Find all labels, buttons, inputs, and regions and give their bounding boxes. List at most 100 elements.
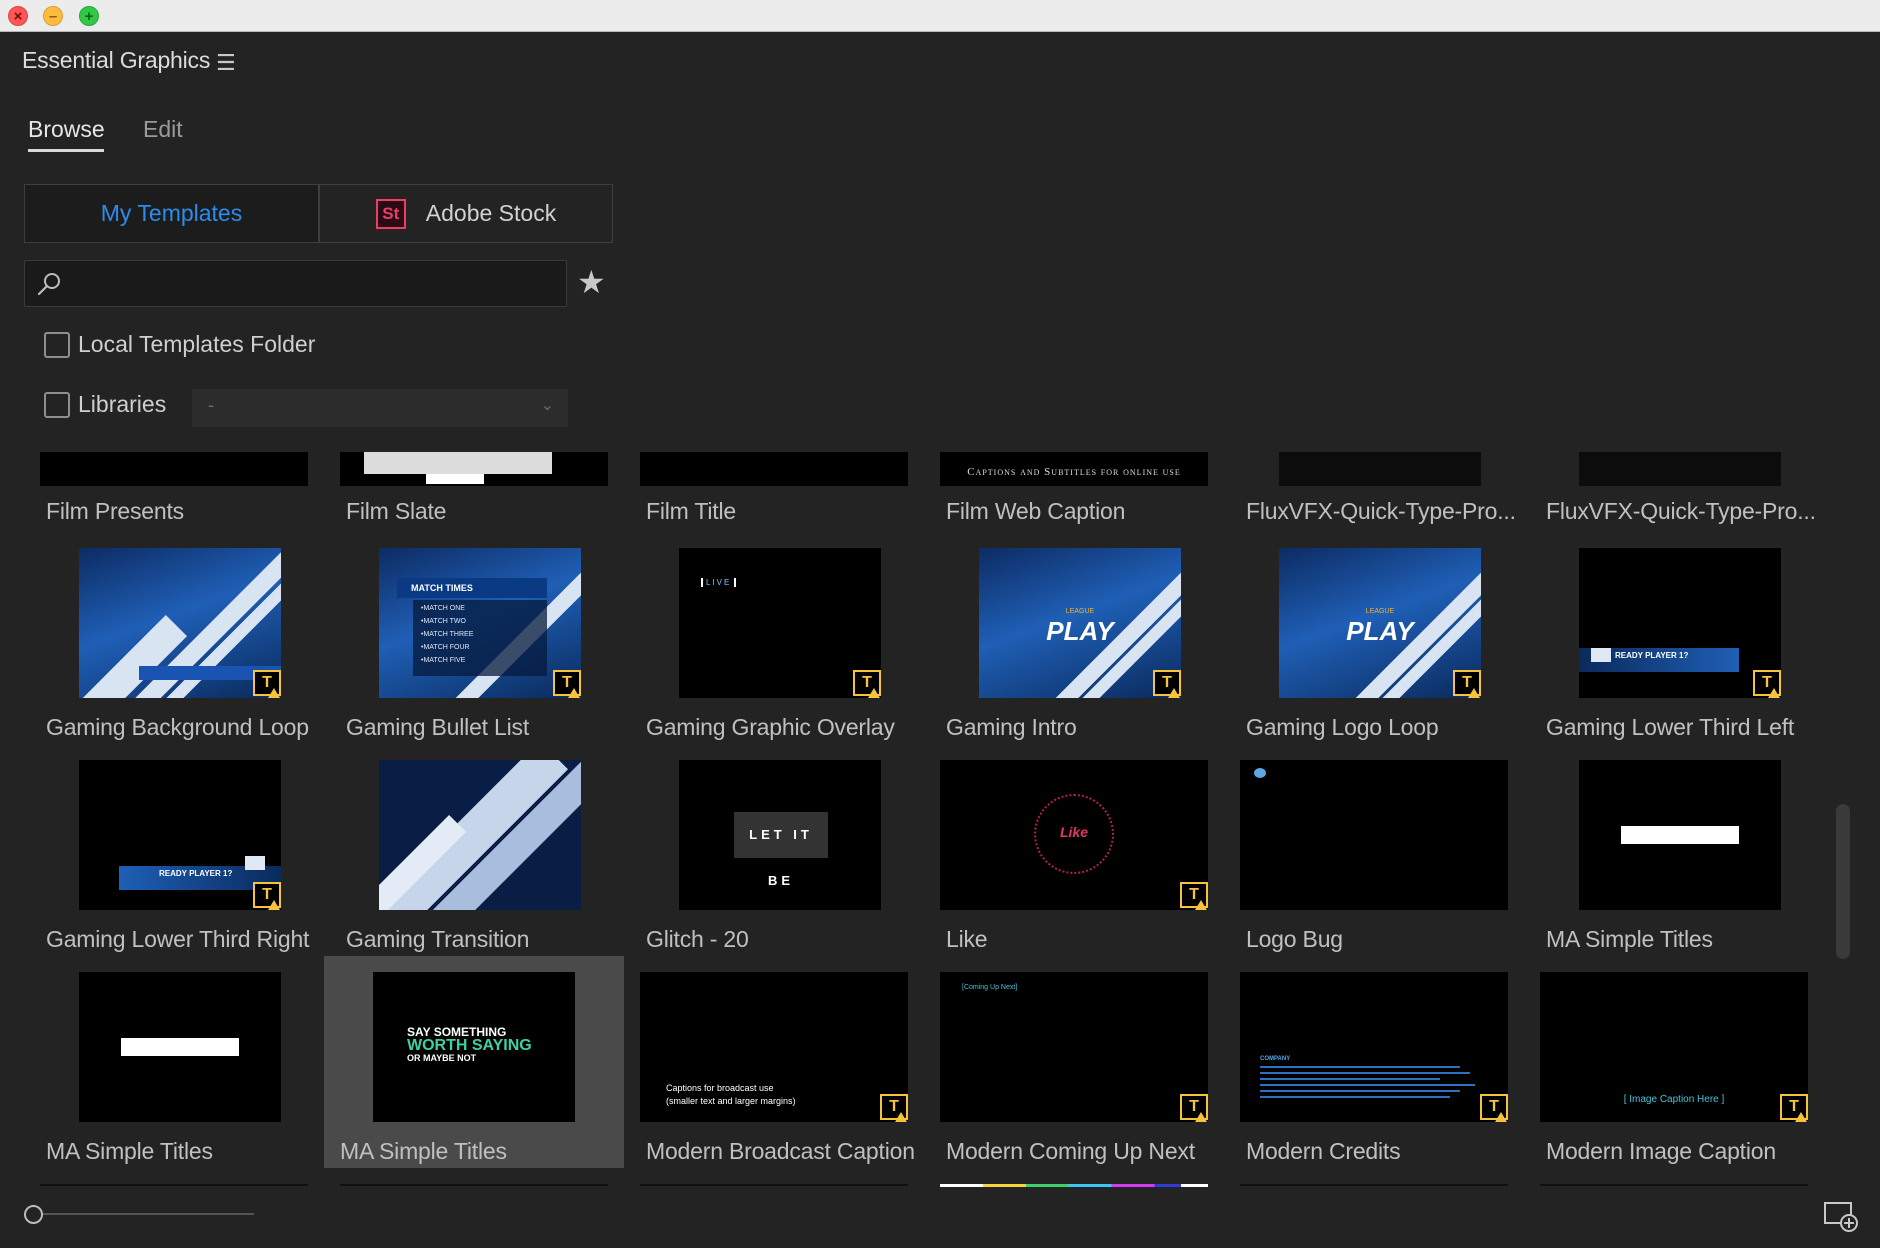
template-thumbnail: LET IT BE	[679, 760, 881, 910]
next-row-thumbnail	[40, 1184, 308, 1186]
template-thumbnail: [ Image Caption Here ] T	[1540, 972, 1808, 1122]
chevron-down-icon: ⌄	[540, 397, 554, 414]
template-tile[interactable]: MA Simple Titles	[6, 972, 306, 1184]
bullet-item: •MATCH FOUR	[421, 644, 470, 651]
template-thumbnail	[1279, 452, 1481, 486]
local-templates-checkbox[interactable]	[44, 331, 70, 358]
new-item-icon[interactable]	[1823, 1201, 1859, 1233]
template-thumbnail: LEAGUE PLAY T	[979, 548, 1181, 698]
template-thumbnail: LEAGUE PLAY T	[1279, 548, 1481, 698]
star-icon[interactable]: ★	[577, 266, 606, 298]
local-templates-filter[interactable]: Local Templates Folder	[44, 331, 315, 358]
template-thumbnail: LIVE T	[679, 548, 881, 698]
template-thumbnail	[340, 452, 608, 486]
template-tile[interactable]: READY PLAYER 1? T Gaming Lower Third Rig…	[6, 760, 309, 972]
thumb-text: Captions and Subtitles for online use	[967, 466, 1181, 478]
logo-bug-icon	[1254, 768, 1266, 778]
thumb-line: Captions for broadcast use	[666, 1083, 774, 1093]
panel-menu-icon[interactable]: ☰	[216, 50, 236, 76]
template-thumbnail	[40, 452, 308, 486]
template-tile[interactable]: T Gaming Background Loop	[6, 548, 309, 760]
minimize-window-button[interactable]: –	[43, 6, 63, 26]
adobe-stock-icon: St	[375, 198, 406, 229]
template-tile[interactable]: [ Image Caption Here ] T Modern Image Ca…	[1506, 972, 1808, 1184]
search-icon	[37, 273, 60, 296]
template-tile[interactable]: COMPANY T Modern Credits	[1206, 972, 1508, 1184]
thumb-text: COMPANY	[1260, 1056, 1291, 1062]
libraries-filter[interactable]: Libraries	[44, 391, 166, 418]
template-label: FluxVFX-Quick-Type-Pro...	[1246, 498, 1516, 524]
template-tile[interactable]: LET IT BE Glitch - 20	[606, 760, 906, 972]
template-tile[interactable]: Logo Bug	[1206, 760, 1508, 972]
next-row-thumbnail	[940, 1184, 1208, 1187]
template-thumbnail: Captions and Subtitles for online use	[940, 452, 1208, 486]
template-label: MA Simple Titles	[340, 1138, 507, 1164]
template-label: Film Web Caption	[946, 498, 1126, 524]
libraries-label: Libraries	[78, 391, 167, 417]
local-templates-label: Local Templates Folder	[78, 331, 316, 357]
template-thumbnail: SAY SOMETHING WORTH SAYING OR MAYBE NOT	[373, 972, 575, 1122]
template-tile[interactable]: Gaming Transition	[306, 760, 606, 972]
template-label: Modern Coming Up Next	[946, 1138, 1195, 1164]
grid-scrollbar[interactable]	[1836, 804, 1850, 959]
tab-browse[interactable]: Browse	[28, 116, 105, 143]
template-tile-selected[interactable]: SAY SOMETHING WORTH SAYING OR MAYBE NOT …	[324, 956, 624, 1168]
bullet-item: •MATCH TWO	[421, 618, 466, 625]
next-row-thumbnail	[1540, 1184, 1808, 1186]
thumb-text: PLAY	[1046, 616, 1114, 646]
thumb-small-text: LEAGUE	[1365, 608, 1395, 615]
template-tile[interactable]: MA Simple Titles	[1506, 760, 1806, 972]
template-label: Gaming Bullet List	[346, 714, 530, 740]
template-thumbnail: COMPANY T	[1240, 972, 1508, 1122]
template-label: Glitch - 20	[646, 926, 749, 952]
search-box[interactable]	[24, 260, 567, 307]
libraries-dropdown[interactable]: - ⌄	[192, 389, 568, 427]
thumb-text: READY PLAYER 1?	[1615, 651, 1689, 660]
template-tile[interactable]: LEAGUE PLAY T Gaming Intro	[906, 548, 1206, 760]
template-tile[interactable]: Captions for broadcast use (smaller text…	[606, 972, 915, 1184]
template-tile[interactable]: MATCH TIMES •MATCH ONE •MATCH TWO •MATCH…	[306, 548, 606, 760]
template-label: Gaming Lower Third Left	[1546, 714, 1795, 740]
thumb-text: Like	[1059, 824, 1088, 840]
template-label: MA Simple Titles	[1546, 926, 1713, 952]
tab-edit[interactable]: Edit	[143, 116, 183, 143]
template-label: Gaming Transition	[346, 926, 530, 952]
thumbnail-size-slider[interactable]	[40, 1213, 254, 1215]
template-thumbnail	[79, 972, 281, 1122]
template-thumbnail	[640, 452, 908, 486]
window-titlebar: × – +	[0, 0, 1880, 32]
template-tile[interactable]: LIVE T Gaming Graphic Overlay	[606, 548, 906, 760]
template-thumbnail	[1240, 760, 1508, 910]
my-templates-label: My Templates	[100, 200, 243, 226]
my-templates-button[interactable]: My Templates	[24, 184, 319, 243]
template-thumbnail: READY PLAYER 1? T	[1579, 548, 1781, 698]
thumbnail-size-slider-handle[interactable]	[24, 1205, 43, 1224]
close-window-button[interactable]: ×	[8, 6, 28, 26]
active-tab-indicator	[28, 149, 104, 152]
template-label: Film Title	[646, 498, 737, 524]
template-tile[interactable]: [Coming Up Next] T Modern Coming Up Next	[906, 972, 1208, 1184]
search-input[interactable]	[75, 267, 555, 301]
maximize-window-button[interactable]: +	[79, 6, 99, 26]
template-tile[interactable]: READY PLAYER 1? T Gaming Lower Third Lef…	[1506, 548, 1806, 760]
thumb-text: LET IT BE	[734, 812, 828, 888]
template-label: Film Slate	[346, 498, 447, 524]
thumb-text: LIVE	[701, 578, 737, 587]
adobe-stock-button[interactable]: St Adobe Stock	[319, 184, 613, 243]
template-tile[interactable]: LEAGUE PLAY T Gaming Logo Loop	[1206, 548, 1506, 760]
template-tile[interactable]: Like T Like	[906, 760, 1208, 972]
template-thumbnail: Captions for broadcast use (smaller text…	[640, 972, 908, 1122]
template-thumbnail: MATCH TIMES •MATCH ONE •MATCH TWO •MATCH…	[379, 548, 581, 698]
libraries-checkbox[interactable]	[44, 391, 70, 418]
bullet-item: •MATCH ONE	[421, 605, 465, 612]
next-row-thumbnail	[340, 1184, 608, 1186]
template-label: FluxVFX-Quick-Type-Pro...	[1546, 498, 1816, 524]
template-label: Gaming Logo Loop	[1246, 714, 1439, 740]
template-label: Gaming Intro	[946, 714, 1077, 740]
panel-title: Essential Graphics	[22, 47, 211, 73]
template-label: Modern Image Caption	[1546, 1138, 1776, 1164]
bullet-item: •MATCH FIVE	[421, 657, 466, 664]
thumb-text: MATCH TIMES	[397, 578, 547, 598]
thumb-small-text: LEAGUE	[1065, 608, 1095, 615]
template-label: Modern Credits	[1246, 1138, 1401, 1164]
